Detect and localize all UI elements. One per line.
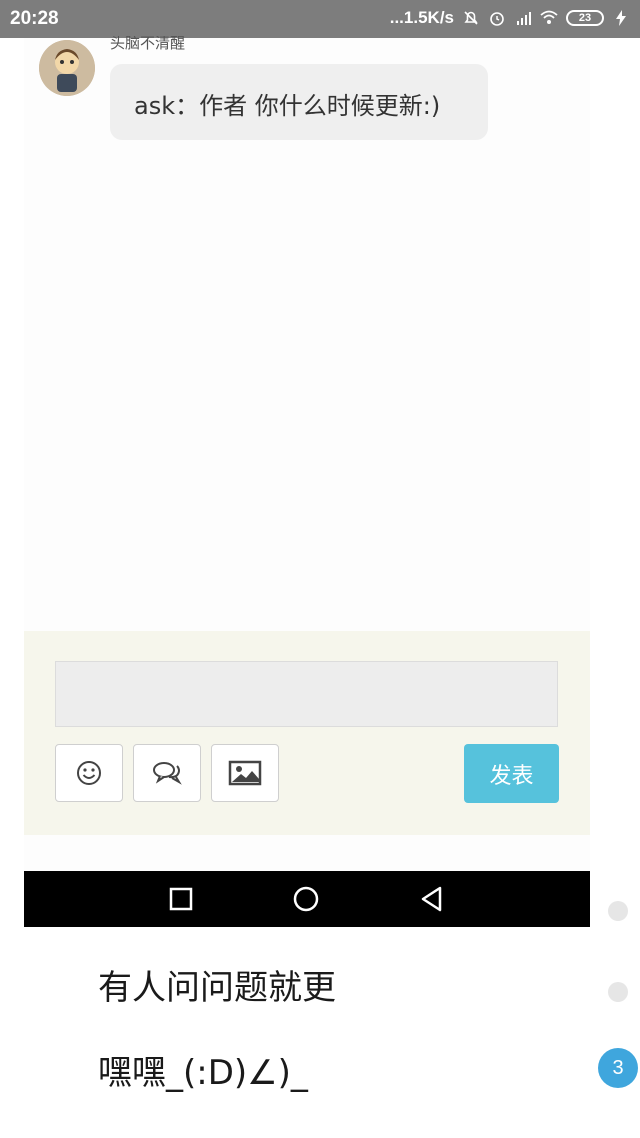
comment-composer: 发表: [24, 631, 590, 835]
image-icon: [228, 760, 262, 786]
article-line-1: 有人问问题就更: [98, 968, 336, 1008]
side-dot-1: [608, 901, 628, 921]
quote-button[interactable]: [133, 744, 201, 802]
back-icon: [421, 886, 442, 912]
signal-hd-icon: [517, 12, 531, 25]
home-icon: [293, 886, 319, 912]
comment-screen: 头脑不清醒 ask：作者 你什么时候更新:) 发表: [24, 36, 590, 927]
battery-level: 23: [578, 11, 592, 24]
mute-bell-icon: [464, 11, 478, 25]
emoji-button[interactable]: [55, 744, 123, 802]
message-text: ask：作者 你什么时候更新:): [134, 92, 441, 120]
image-button[interactable]: [211, 744, 279, 802]
navigation-bar: [24, 871, 590, 927]
message-bubble: ask：作者 你什么时候更新:): [110, 64, 488, 140]
wifi-icon: [540, 10, 558, 24]
status-bar: 20:28 ...1.5K/s 23: [0, 0, 640, 38]
chat-bubbles-icon: [153, 762, 182, 785]
avatar-image: [39, 40, 95, 96]
home-button[interactable]: [292, 885, 320, 913]
battery-icon: 23: [566, 10, 604, 26]
recent-apps-button[interactable]: [167, 885, 195, 913]
recent-apps-icon: [169, 887, 193, 911]
article-line-2: 嘿嘿_(:D)∠)_: [98, 1053, 308, 1093]
next-line-partial: [20, 1130, 600, 1138]
post-button[interactable]: 发表: [464, 744, 559, 803]
count-badge[interactable]: 3: [598, 1048, 638, 1088]
back-button[interactable]: [418, 885, 446, 913]
status-indicators: ...1.5K/s 23: [390, 8, 630, 28]
network-speed: ...1.5K/s: [389, 8, 454, 27]
comment-input[interactable]: [55, 661, 558, 727]
alarm-icon: [490, 12, 504, 26]
post-username[interactable]: 头脑不清醒: [110, 36, 185, 52]
side-dot-2: [608, 982, 628, 1002]
status-time: 20:28: [10, 8, 59, 29]
avatar[interactable]: [39, 40, 95, 96]
charging-icon: [616, 10, 626, 26]
emoji-icon: [77, 761, 101, 785]
